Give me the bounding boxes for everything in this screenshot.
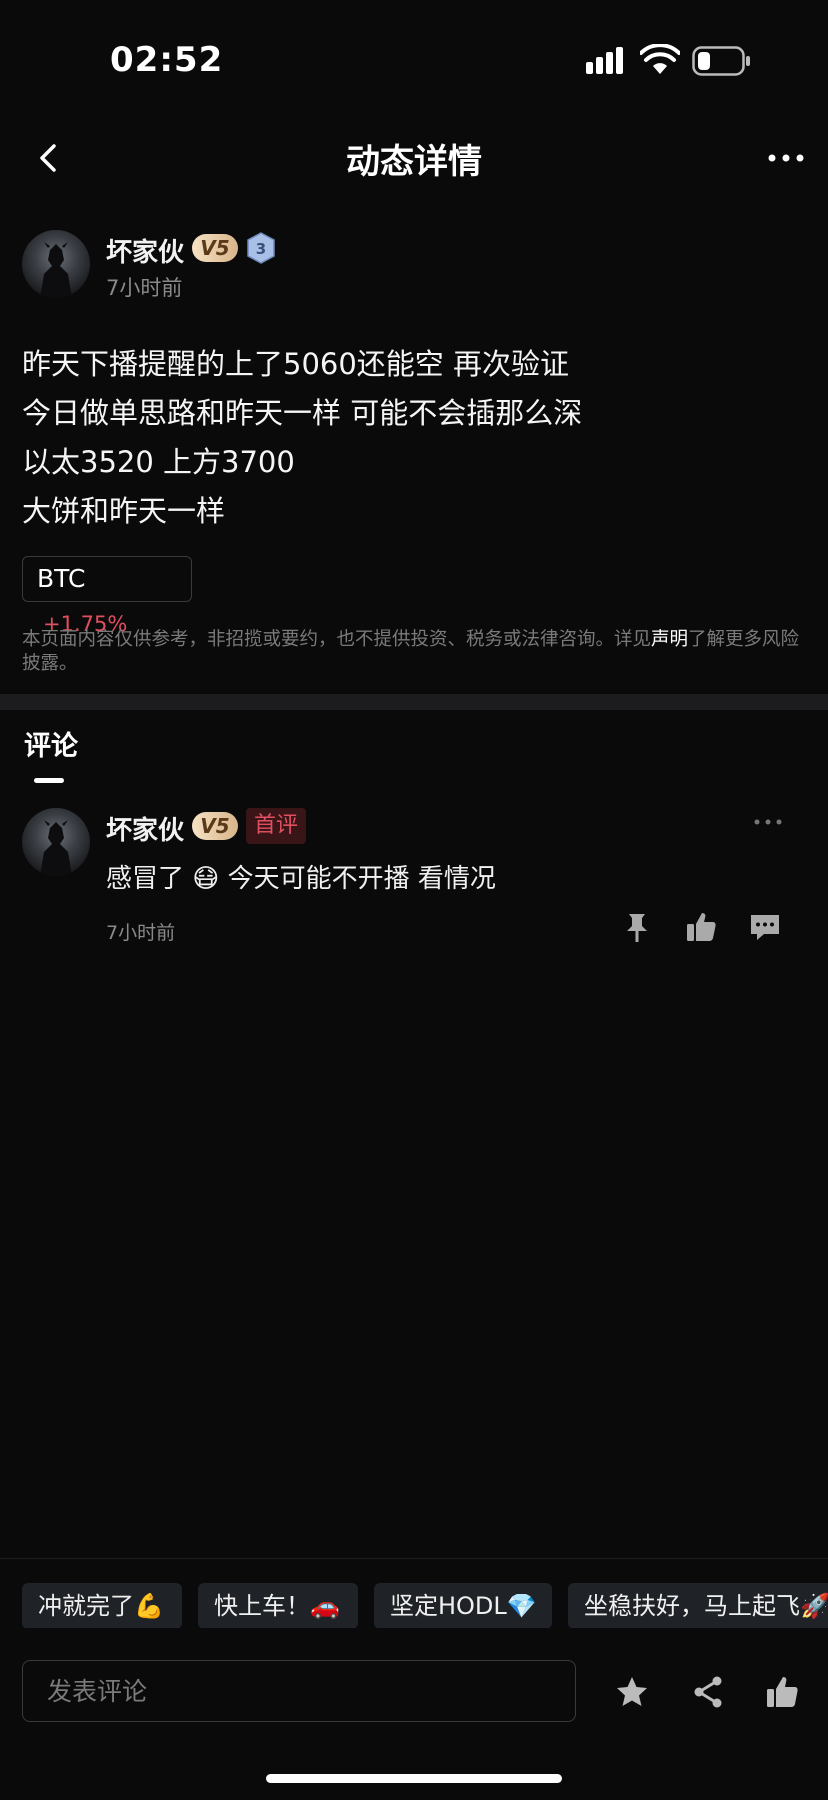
thumbs-up-icon[interactable]: [684, 910, 718, 944]
comment-more-icon[interactable]: [752, 814, 784, 830]
disclaimer-link[interactable]: 声明: [651, 629, 688, 650]
vip-badge: V5: [192, 812, 238, 840]
post-line: 今日做单思路和昨天一样 可能不会插那么深: [22, 396, 583, 430]
page-title: 动态详情: [346, 142, 482, 182]
star-icon[interactable]: [614, 1674, 650, 1710]
nav-bar: 动态详情: [0, 120, 828, 196]
quick-reply-chip[interactable]: 冲就完了💪: [22, 1583, 182, 1628]
avatar-figure-icon: [40, 242, 72, 298]
comment-author-name[interactable]: 坏家伙: [106, 810, 184, 847]
more-options-icon[interactable]: [766, 140, 806, 176]
comment-author-avatar[interactable]: [22, 808, 90, 876]
post-author-name[interactable]: 坏家伙: [106, 232, 184, 269]
quick-reply-chip[interactable]: 快上车！🚗: [198, 1583, 358, 1628]
thumbs-up-icon[interactable]: [764, 1674, 800, 1710]
post-timestamp: 7小时前: [106, 276, 183, 300]
comment-input[interactable]: [22, 1660, 576, 1722]
home-indicator: [266, 1774, 562, 1783]
avatar-figure-icon: [40, 820, 72, 876]
coin-symbol: BTC: [37, 564, 86, 593]
quick-reply-chip[interactable]: 坐稳扶好，马上起飞🚀: [568, 1583, 828, 1628]
first-comment-badge: 首评: [246, 808, 306, 844]
battery-icon: [692, 46, 750, 76]
post-line: 大饼和昨天一样: [22, 494, 226, 528]
pin-icon[interactable]: [620, 910, 654, 944]
comment-icon[interactable]: [748, 910, 782, 944]
disclaimer: 本页面内容仅供参考，非招揽或要约，也不提供投资、税务或法律咨询。详见声明了解更多…: [22, 628, 812, 676]
post-content: 昨天下播提醒的上了5060还能空 再次验证 今日做单思路和昨天一样 可能不会插那…: [22, 340, 802, 536]
level-badge-icon: 3: [247, 232, 275, 264]
coin-tag-btc[interactable]: BTC +1.75%: [22, 556, 192, 636]
wifi-icon: [640, 44, 680, 74]
status-bar: 02:52: [0, 0, 828, 120]
share-icon[interactable]: [690, 1674, 726, 1710]
post-line: 以太3520 上方3700: [22, 445, 295, 479]
tab-indicator: [34, 778, 64, 783]
comment-timestamp: 7小时前: [106, 922, 176, 944]
post-line: 昨天下播提醒的上了5060还能空 再次验证: [22, 347, 570, 381]
disclaimer-text: 本页面内容仅供参考，非招揽或要约，也不提供投资、税务或法律咨询。详见: [22, 629, 652, 650]
vip-badge: V5: [192, 234, 238, 262]
post-author-avatar[interactable]: [22, 230, 90, 298]
cellular-signal-icon: [586, 47, 623, 74]
quick-reply-chip[interactable]: 坚定HODL💎: [374, 1583, 552, 1628]
comment-text: 感冒了 😷 今天可能不开播 看情况: [106, 864, 496, 894]
section-divider: [0, 694, 828, 710]
status-time: 02:52: [110, 40, 224, 80]
quick-reply-bar: 冲就完了💪 快上车！🚗 坚定HODL💎 坐稳扶好，马上起飞🚀: [0, 1558, 828, 1628]
level-badge-number: 3: [256, 240, 266, 258]
tab-comments[interactable]: 评论: [24, 724, 78, 763]
